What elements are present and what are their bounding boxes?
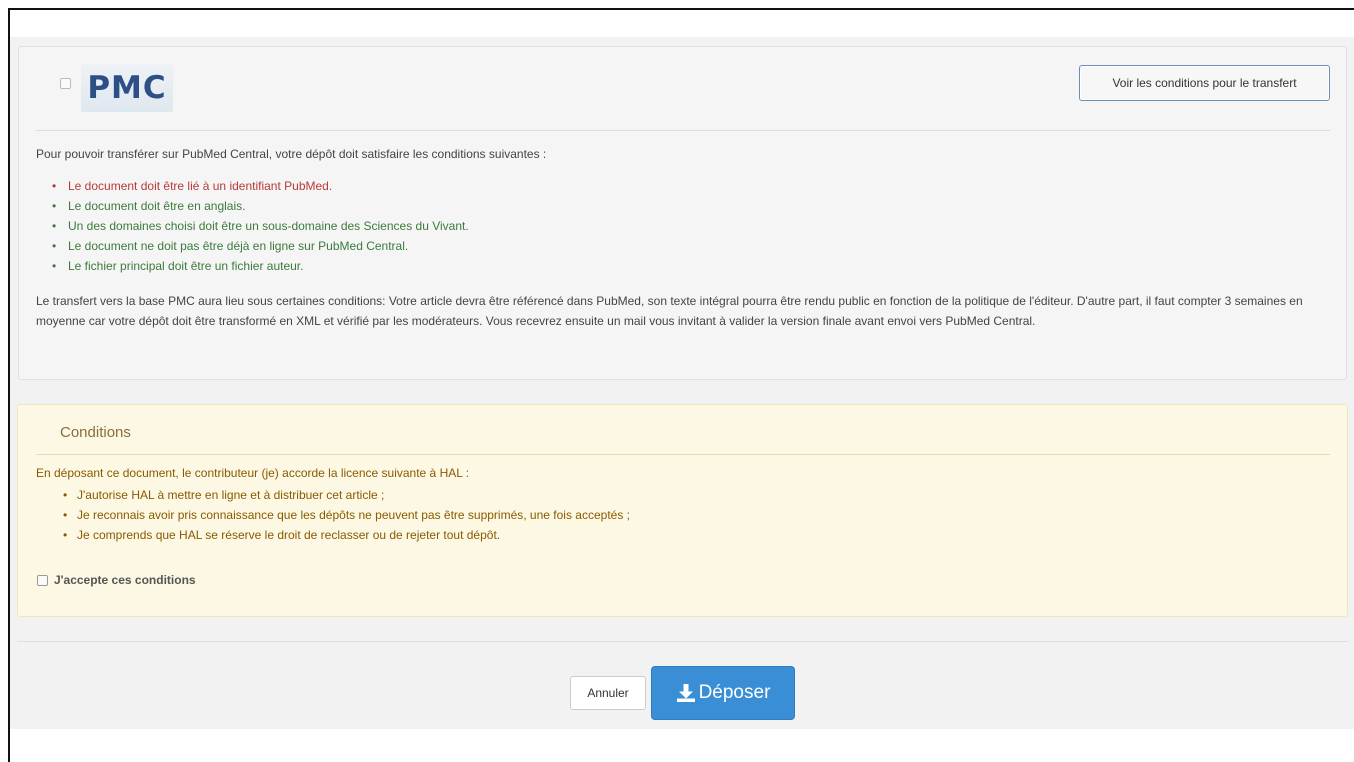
pmc-condition-item: Le document ne doit pas être déjà en lig…	[52, 236, 469, 256]
pmc-logo: PMC	[81, 64, 173, 112]
cancel-button[interactable]: Annuler	[570, 676, 646, 710]
pmc-condition-item: Le document doit être lié à un identifia…	[52, 176, 469, 196]
accept-conditions-control[interactable]: J'accepte ces conditions	[37, 573, 196, 587]
pmc-intro-text: Pour pouvoir transférer sur PubMed Centr…	[36, 147, 547, 161]
license-intro-text: En déposant ce document, le contributeur…	[36, 466, 470, 480]
pmc-details-text: Le transfert vers la base PMC aura lieu …	[36, 294, 1303, 328]
divider	[36, 130, 1330, 131]
download-icon	[676, 683, 696, 703]
pmc-condition-item: Le document doit être en anglais.	[52, 196, 469, 216]
submit-deposit-label: Déposer	[698, 682, 771, 703]
divider	[17, 641, 1348, 642]
accept-conditions-label[interactable]: J'accepte ces conditions	[54, 573, 196, 587]
pmc-condition-item: Le fichier principal doit être un fichie…	[52, 256, 469, 276]
divider	[36, 454, 1330, 455]
pmc-conditions-list: Le document doit être lié à un identifia…	[52, 176, 469, 276]
license-item: J'autorise HAL à mettre en ligne et à di…	[63, 485, 630, 505]
accept-conditions-checkbox[interactable]	[37, 574, 48, 586]
license-item: Je reconnais avoir pris connaissance que…	[63, 505, 630, 525]
license-item: Je comprends que HAL se réserve le droit…	[63, 525, 630, 545]
pmc-logo-text: PMC	[87, 70, 167, 106]
pmc-condition-item: Un des domaines choisi doit être un sous…	[52, 216, 469, 236]
view-transfer-conditions-button[interactable]: Voir les conditions pour le transfert	[1079, 65, 1330, 101]
conditions-title: Conditions	[60, 424, 131, 441]
license-items-list: J'autorise HAL à mettre en ligne et à di…	[63, 485, 630, 545]
submit-deposit-button[interactable]: Déposer	[651, 666, 795, 720]
pmc-transfer-checkbox[interactable]	[60, 78, 71, 89]
